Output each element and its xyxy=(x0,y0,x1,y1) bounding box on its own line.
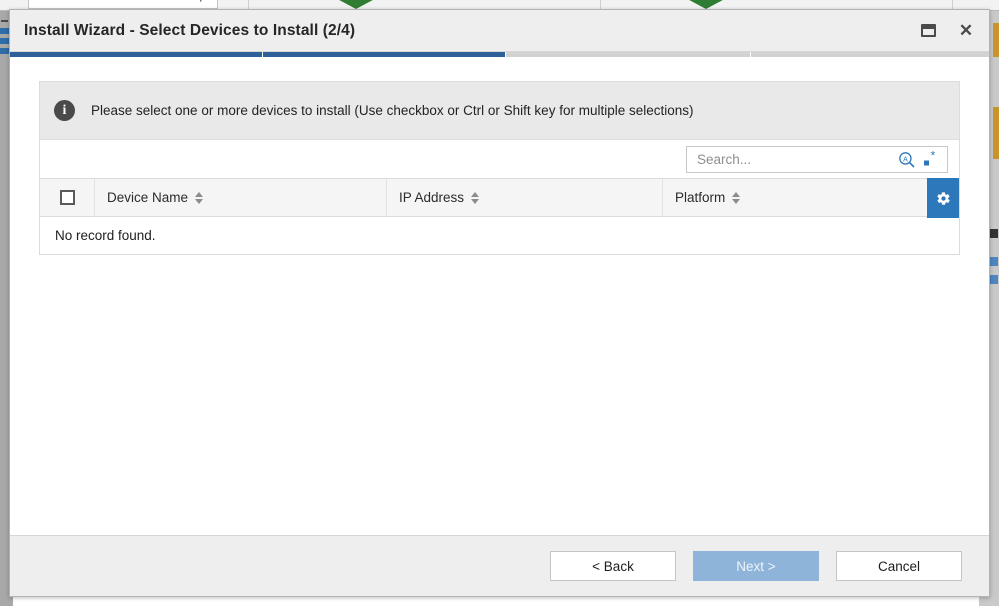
table-toolbar: A * xyxy=(39,140,960,179)
dialog-titlebar: Install Wizard - Select Devices to Insta… xyxy=(10,10,989,52)
select-all-checkbox[interactable] xyxy=(60,190,75,205)
column-label-ip-address: IP Address xyxy=(399,190,464,205)
background-marker-icon xyxy=(650,0,762,9)
cancel-button[interactable]: Cancel xyxy=(836,551,962,581)
svg-text:*: * xyxy=(930,151,935,163)
close-button[interactable]: ✕ xyxy=(955,20,977,42)
search-icon[interactable]: A xyxy=(896,149,916,169)
restore-window-button[interactable] xyxy=(917,20,939,42)
svg-text:A: A xyxy=(903,156,908,163)
column-label-device-name: Device Name xyxy=(107,190,188,205)
restore-window-icon xyxy=(921,24,936,37)
dialog-footer: < Back Next > Cancel xyxy=(10,535,989,596)
next-button[interactable]: Next > xyxy=(693,551,819,581)
search-box[interactable]: A * xyxy=(686,146,948,173)
info-banner-message: Please select one or more devices to ins… xyxy=(91,103,694,118)
window-controls: ✕ xyxy=(917,20,977,42)
search-input[interactable] xyxy=(697,152,896,167)
table-header-platform[interactable]: Platform xyxy=(663,179,959,216)
table-settings-button[interactable] xyxy=(927,178,959,218)
gear-icon xyxy=(936,191,951,206)
advanced-search-icon[interactable]: * xyxy=(920,149,940,169)
back-button[interactable]: < Back xyxy=(550,551,676,581)
table-empty-row: No record found. xyxy=(40,217,959,254)
dialog-body: i Please select one or more devices to i… xyxy=(10,57,989,535)
info-banner: i Please select one or more devices to i… xyxy=(39,81,960,140)
dialog-title: Install Wizard - Select Devices to Insta… xyxy=(24,22,355,40)
table-header-device-name[interactable]: Device Name xyxy=(95,179,387,216)
info-icon: i xyxy=(54,100,75,121)
devices-table: Device Name IP Address Platform xyxy=(39,179,960,255)
table-header-select-all[interactable] xyxy=(40,179,95,216)
background-search-input[interactable]: Search... xyxy=(28,0,218,9)
background-highlight-bar xyxy=(993,107,999,159)
table-header-ip-address[interactable]: IP Address xyxy=(387,179,663,216)
table-header-row: Device Name IP Address Platform xyxy=(40,179,959,217)
background-marker-icon xyxy=(300,0,412,9)
column-label-platform: Platform xyxy=(675,190,725,205)
sort-icon[interactable] xyxy=(471,192,479,204)
background-highlight-bar xyxy=(993,23,999,57)
close-icon: ✕ xyxy=(959,22,973,39)
sort-icon[interactable] xyxy=(732,192,740,204)
background-menu-dash-icon xyxy=(1,20,8,22)
install-wizard-dialog: Install Wizard - Select Devices to Insta… xyxy=(9,9,990,597)
sort-icon[interactable] xyxy=(195,192,203,204)
search-icon: ⚲ xyxy=(196,0,206,4)
empty-state-message: No record found. xyxy=(55,228,156,243)
